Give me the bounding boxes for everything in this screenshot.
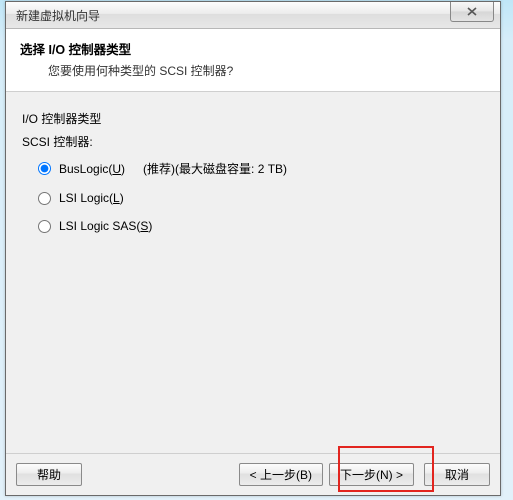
option-label: BusLogic(U)	[59, 162, 125, 176]
next-button[interactable]: 下一步(N) >	[329, 463, 414, 486]
option-hint: (推荐)(最大磁盘容量: 2 TB)	[143, 160, 287, 177]
back-button[interactable]: < 上一步(B)	[239, 463, 323, 486]
close-icon	[467, 7, 477, 16]
option-label: LSI Logic SAS(S)	[59, 219, 152, 233]
cancel-button[interactable]: 取消	[424, 463, 490, 486]
wizard-header: 选择 I/O 控制器类型 您要使用何种类型的 SCSI 控制器?	[6, 29, 500, 92]
option-buslogic[interactable]: BusLogic(U) (推荐)(最大磁盘容量: 2 TB)	[38, 160, 484, 177]
header-title: 选择 I/O 控制器类型	[20, 39, 486, 58]
radio-lsilogicsas[interactable]	[38, 220, 51, 233]
window-title: 新建虚拟机向导	[16, 7, 100, 24]
wizard-window: 新建虚拟机向导 选择 I/O 控制器类型 您要使用何种类型的 SCSI 控制器?…	[5, 1, 501, 496]
option-lsilogic[interactable]: LSI Logic(L)	[38, 191, 484, 205]
section-label: I/O 控制器类型	[22, 110, 484, 127]
close-button[interactable]	[450, 2, 494, 22]
radio-group: BusLogic(U) (推荐)(最大磁盘容量: 2 TB) LSI Logic…	[38, 160, 484, 233]
help-button[interactable]: 帮助	[16, 463, 82, 486]
radio-lsilogic[interactable]	[38, 192, 51, 205]
titlebar: 新建虚拟机向导	[6, 2, 500, 29]
group-label: SCSI 控制器:	[22, 133, 484, 150]
wizard-content: I/O 控制器类型 SCSI 控制器: BusLogic(U) (推荐)(最大磁…	[6, 92, 500, 233]
header-subtitle: 您要使用何种类型的 SCSI 控制器?	[48, 62, 486, 79]
option-lsilogicsas[interactable]: LSI Logic SAS(S)	[38, 219, 484, 233]
radio-buslogic[interactable]	[38, 162, 51, 175]
option-label: LSI Logic(L)	[59, 191, 124, 205]
wizard-footer: 帮助 < 上一步(B) 下一步(N) > 取消	[6, 453, 500, 495]
